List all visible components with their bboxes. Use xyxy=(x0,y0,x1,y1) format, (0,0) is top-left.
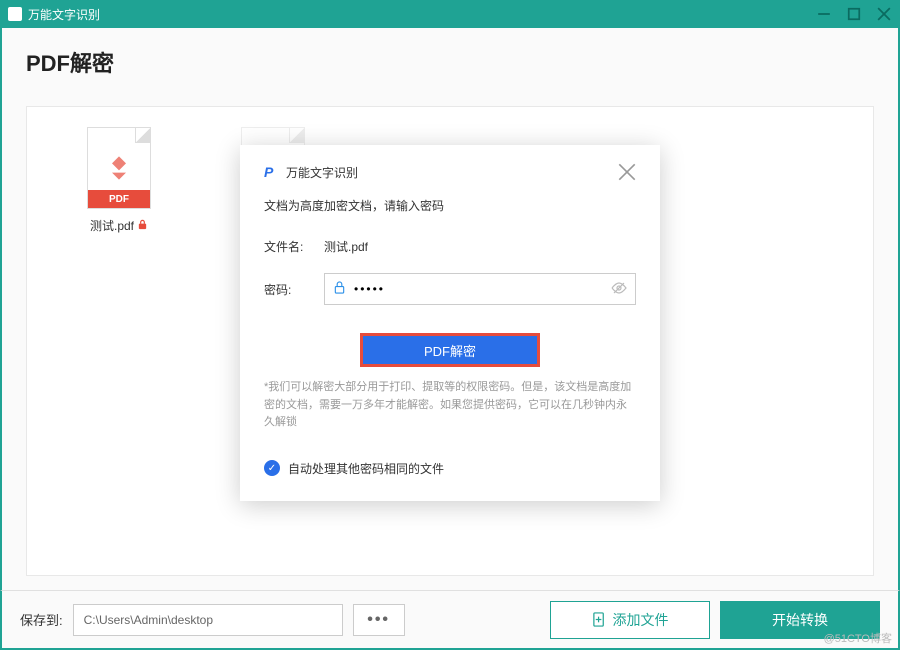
auto-process-row[interactable]: ✓ 自动处理其他密码相同的文件 xyxy=(264,460,636,477)
filename-label: 文件名: xyxy=(264,238,324,255)
dialog-app-icon: P xyxy=(264,164,280,180)
decrypt-button[interactable]: PDF解密 xyxy=(360,333,540,367)
auto-process-label: 自动处理其他密码相同的文件 xyxy=(288,460,444,477)
password-input-wrap[interactable] xyxy=(324,273,636,305)
watermark: @51CTO博客 xyxy=(824,630,892,646)
password-row: 密码: xyxy=(264,273,636,305)
eye-icon[interactable] xyxy=(611,280,627,299)
dialog-message: 文档为高度加密文档，请输入密码 xyxy=(264,197,636,214)
lock-icon xyxy=(333,281,346,297)
filename-value: 测试.pdf xyxy=(324,238,368,255)
modal-overlay: P 万能文字识别 文档为高度加密文档，请输入密码 文件名: 测试.pdf 密码: xyxy=(0,0,900,650)
dialog-title: 万能文字识别 xyxy=(286,164,358,181)
dialog-close-button[interactable] xyxy=(618,163,636,181)
password-label: 密码: xyxy=(264,281,324,298)
checkbox-checked-icon[interactable]: ✓ xyxy=(264,460,280,476)
filename-row: 文件名: 测试.pdf xyxy=(264,238,636,255)
dialog-note: *我们可以解密大部分用于打印、提取等的权限密码。但是，该文档是高度加密的文档，需… xyxy=(264,379,636,432)
password-input[interactable] xyxy=(354,282,603,296)
password-dialog: P 万能文字识别 文档为高度加密文档，请输入密码 文件名: 测试.pdf 密码: xyxy=(240,145,660,501)
